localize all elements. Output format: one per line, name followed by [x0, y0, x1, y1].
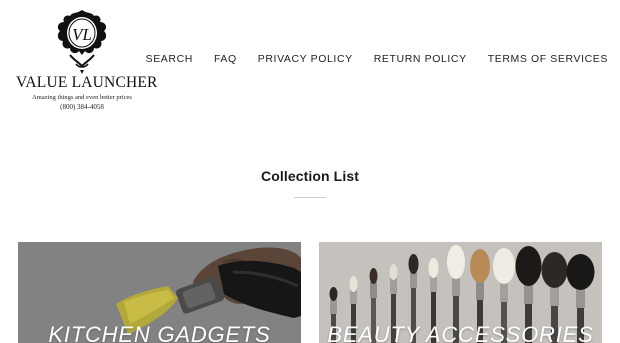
crest-icon: VL [57, 10, 107, 74]
beauty-accessories-label: BEAUTY ACCESSORIES [327, 322, 594, 343]
collection-card-beauty-accessories[interactable]: BEAUTY ACCESSORIES [319, 242, 602, 343]
brand-phone: (800) 384-4058 [60, 103, 104, 111]
kitchen-gadgets-label: KITCHEN GADGETS [48, 322, 271, 343]
nav-privacy-policy[interactable]: PRIVACY POLICY [247, 52, 363, 66]
title-divider [294, 197, 326, 198]
collection-list-title: Collection List [261, 168, 359, 184]
main-nav: SEARCH FAQ PRIVACY POLICY RETURN POLICY … [135, 52, 608, 66]
nav-return-policy[interactable]: RETURN POLICY [363, 52, 477, 66]
brand-name: VALUE LAUNCHER [16, 74, 158, 91]
nav-terms-of-services[interactable]: TERMS OF SERVICES [477, 52, 608, 66]
collection-card-kitchen-gadgets[interactable]: KITCHEN GADGETS [18, 242, 301, 343]
monogram-text: VL [72, 25, 92, 44]
brand-logo[interactable]: VL VALUE LAUNCHER Amazing things and eve… [16, 8, 158, 112]
site-header: VL VALUE LAUNCHER Amazing things and eve… [0, 0, 620, 120]
nav-faq[interactable]: FAQ [203, 52, 247, 66]
brand-tagline: Amazing things and even better prices [32, 94, 132, 101]
nav-search[interactable]: SEARCH [135, 52, 203, 66]
